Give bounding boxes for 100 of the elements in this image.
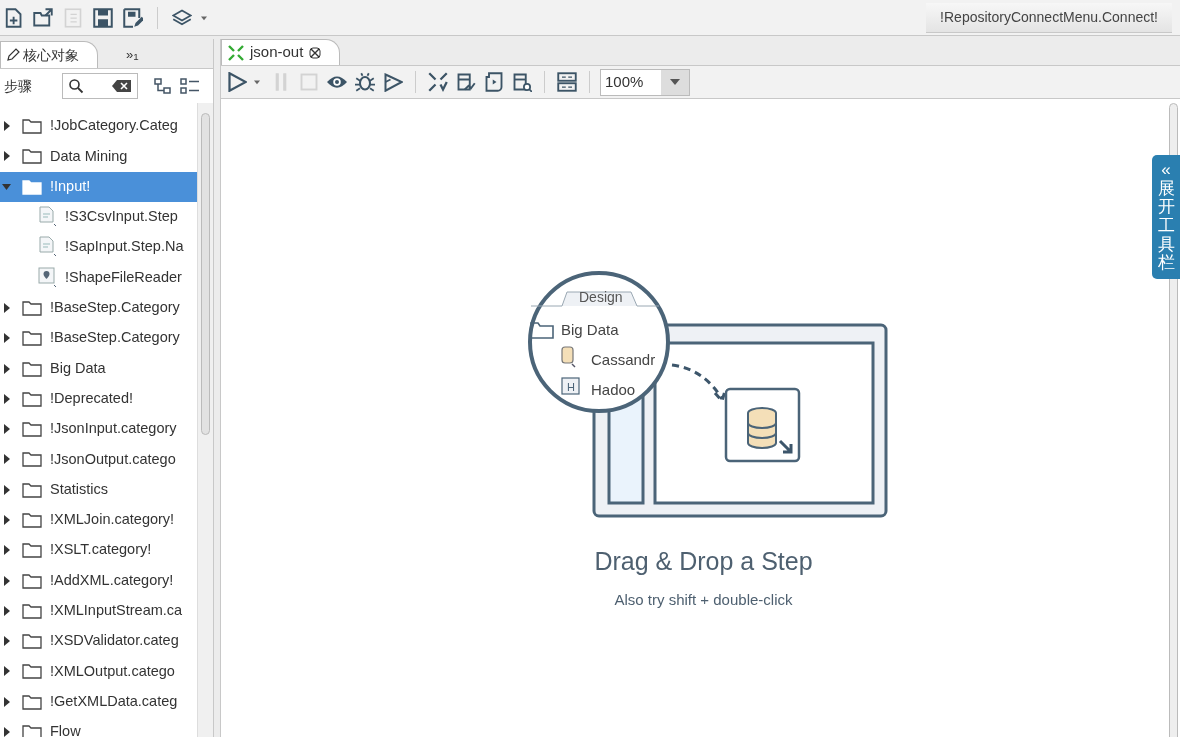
tree-item[interactable]: !JsonInput.category [0,413,197,445]
tree-item[interactable]: Big Data [0,353,197,384]
expand-toolbar-tab[interactable]: « 展开工具栏 [1152,155,1180,280]
folder-icon [22,330,42,347]
expand-arrow-icon[interactable] [2,484,12,495]
folder-icon [22,118,42,135]
tree-item[interactable]: Data Mining [0,141,197,172]
map-pin-icon [38,266,58,289]
tree-item[interactable]: Flow [0,716,197,737]
hierarchy-icon[interactable] [154,78,172,94]
close-icon[interactable] [309,46,322,59]
search-field[interactable] [62,73,138,99]
verify-icon[interactable] [428,72,448,92]
empty-canvas-title: Drag & Drop a Step [594,546,813,577]
expand-arrow-icon[interactable] [2,151,12,162]
layers-icon[interactable] [172,7,192,28]
panel-tab[interactable]: 核心对象 [0,41,98,68]
save-icon[interactable] [93,7,113,28]
tree-item[interactable]: !Deprecated! [0,383,197,414]
folder-icon [22,390,42,407]
tree-item[interactable]: !BaseStep.Category [0,292,197,324]
editor-tab[interactable]: json-out [221,39,341,65]
tree-item[interactable]: !JobCategory.Categ [0,111,197,142]
zoom-combo[interactable]: 100% [600,68,690,96]
expand-arrow-icon[interactable] [2,515,12,525]
tree-item[interactable]: !BaseStep.Category [0,323,197,354]
tree-item[interactable]: !AddXML.category! [0,565,197,596]
tree-item[interactable]: !GetXMLData.categ [0,686,197,717]
panels-icon[interactable] [557,72,577,92]
expand-arrow-icon[interactable] [2,393,12,404]
step-badge [560,377,580,395]
folder-icon [22,572,42,589]
play-icon[interactable] [227,72,247,92]
folder-icon [22,693,42,710]
database-search-icon[interactable] [512,72,532,92]
folder-icon [22,148,42,165]
drag-arrow [670,363,726,403]
dropdown-icon[interactable] [670,79,680,85]
folder-icon [22,724,42,737]
open-folder-icon[interactable] [33,7,53,28]
script-icon[interactable] [484,72,504,92]
folder-icon [22,633,42,650]
tree-item[interactable]: !SapInput.Step.Na [0,232,197,263]
folder-label: Big Data [560,321,619,338]
expand-arrow-icon[interactable] [2,696,12,707]
tree-item[interactable]: !JsonOutput.catego [0,444,197,475]
folder-icon [22,178,42,195]
pencil-icon [6,48,20,62]
collapse-arrow-icon[interactable] [2,181,12,192]
empty-canvas-hint: Also try shift + double-click [614,589,793,610]
design-tab-label: Design [578,289,623,305]
scrollbar[interactable] [197,103,213,737]
expand-arrow-icon[interactable] [2,302,12,313]
step-icon [38,206,58,229]
folder-icon [22,451,42,468]
expand-arrow-icon[interactable] [2,605,12,616]
steps-label: 步骤 [4,76,33,96]
tree-item[interactable]: !XSLT.category! [0,535,197,566]
expand-arrow-icon[interactable] [2,545,12,556]
folder-icon [22,542,42,559]
badge-letter: H [566,381,575,393]
connect-button[interactable]: !RepositoryConnectMenu.Connect! [926,2,1172,33]
new-file-icon[interactable] [3,7,23,28]
folder-icon [22,512,42,528]
bug-icon[interactable] [355,72,375,92]
tree-item[interactable]: !XMLOutput.catego [0,656,197,687]
expand-arrow-icon[interactable] [2,363,12,374]
expand-arrow-icon[interactable] [2,424,12,435]
tree-item[interactable]: !XMLJoin.category! [0,504,197,536]
expand-arrow-icon[interactable] [2,575,12,586]
database-step-icon [724,387,800,463]
folder-icon [22,481,42,498]
folder-icon [22,663,42,680]
expand-arrow-icon[interactable] [2,454,12,465]
expand-arrow-icon[interactable] [2,333,12,344]
step-label: Hadoo [590,381,635,398]
folder-icon [22,421,42,438]
list-icon[interactable] [180,78,200,94]
step-icon [38,236,58,259]
tree-item[interactable]: !S3CsvInput.Step [0,201,197,233]
database-chart-icon[interactable] [456,72,476,92]
folder-icon [22,360,42,377]
save-as-icon[interactable] [123,7,143,28]
tree-item[interactable]: Statistics [0,474,197,505]
tree-item[interactable]: !ShapeFileReader [0,262,197,293]
tree-item[interactable]: !XSDValidator.categ [0,626,197,657]
expand-arrow-icon[interactable] [2,121,12,132]
folder-icon [529,322,554,339]
play-outline-icon[interactable] [383,72,403,92]
folder-icon [22,602,42,619]
transformation-icon [228,44,244,61]
expand-arrow-icon[interactable] [2,666,12,677]
panel-tab[interactable]: »$_{1}$ [104,41,161,68]
database-icon [560,346,576,368]
search-icon [68,78,84,94]
clear-icon[interactable] [112,79,132,93]
tree-item[interactable]: !XMLInputStream.ca [0,595,197,627]
expand-arrow-icon[interactable] [2,727,12,737]
folder-icon [22,299,42,316]
expand-arrow-icon[interactable] [2,636,12,647]
